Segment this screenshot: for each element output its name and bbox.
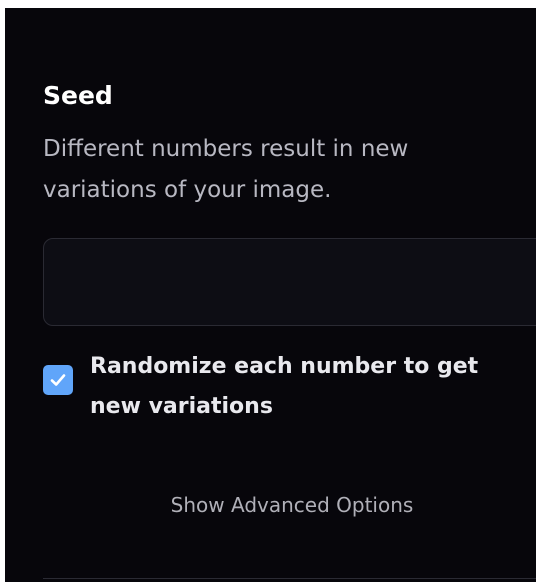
randomize-label[interactable]: Randomize each number to get new variati…	[90, 347, 520, 427]
randomize-checkbox[interactable]	[43, 365, 73, 395]
screenshot-frame: Seed Different numbers result in new var…	[0, 0, 536, 582]
show-advanced-options-button[interactable]: Show Advanced Options	[5, 487, 536, 523]
seed-input[interactable]	[43, 238, 536, 326]
section-divider	[43, 578, 536, 579]
seed-settings-panel: Seed Different numbers result in new var…	[5, 8, 536, 582]
checkmark-icon	[50, 374, 66, 386]
seed-description: Different numbers result in new variatio…	[43, 136, 409, 203]
seed-title: Seed	[43, 81, 113, 110]
